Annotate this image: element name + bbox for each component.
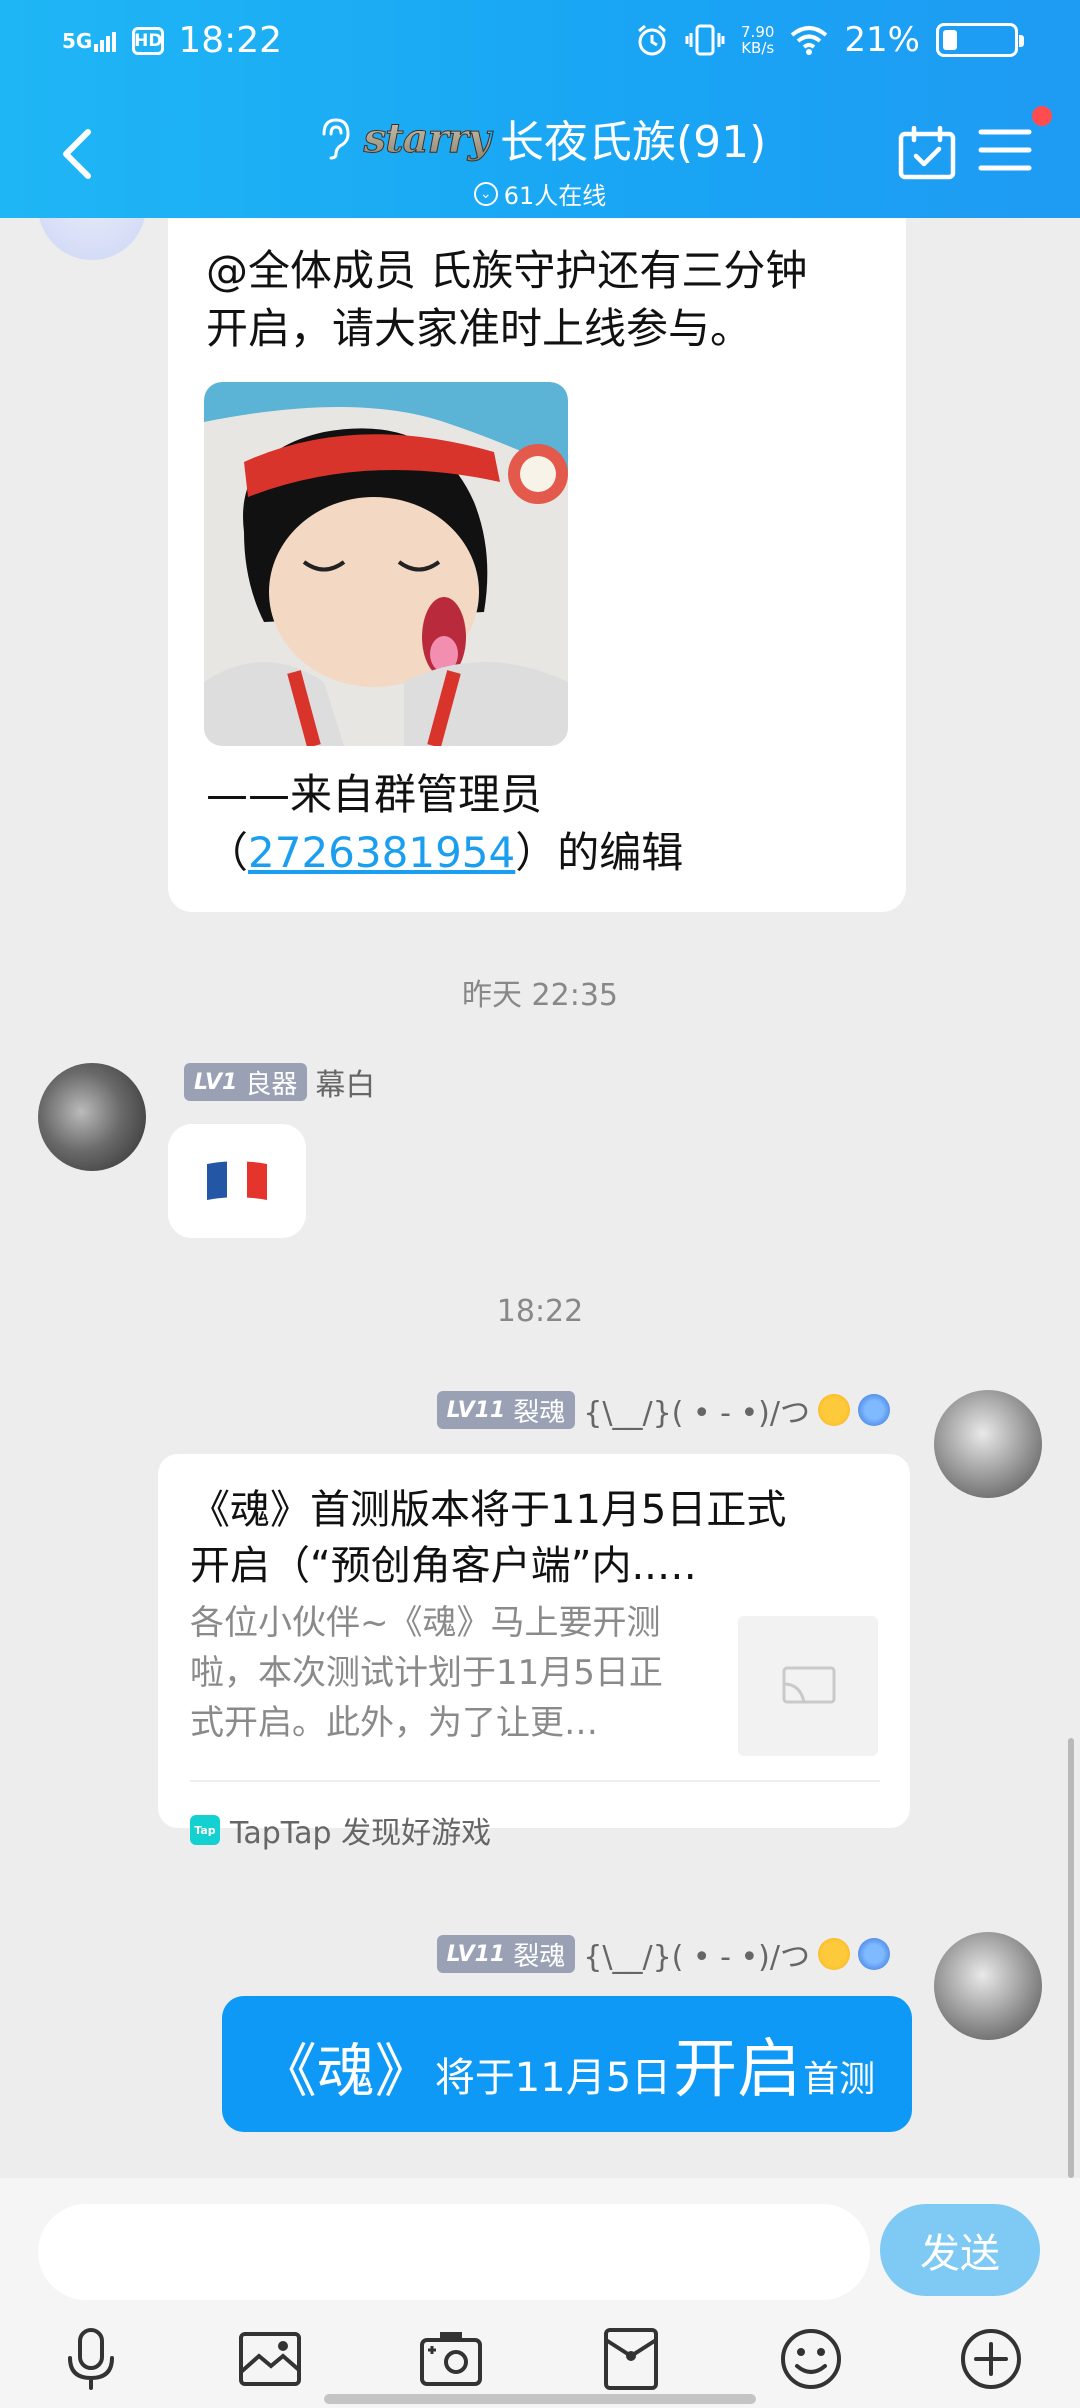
sender-nickname[interactable]: {\__/}( • - •)/つ <box>583 1932 810 1976</box>
member-title: 裂魂 <box>513 1397 566 1428</box>
card-title-line1: 《魂》首测版本将于11月5日正式 <box>190 1487 787 1533</box>
speed-unit: KB/s <box>741 39 775 57</box>
card-thumbnail <box>738 1616 878 1756</box>
footer-close: ）的编辑 <box>515 828 684 877</box>
card-desc-line1: 各位小伙伴~《魂》马上要开测 <box>190 1603 661 1643</box>
level-text: LV11 <box>446 1941 506 1967</box>
battery-fill <box>943 30 957 50</box>
taptap-icon: Tap <box>190 1815 220 1845</box>
battery-icon <box>936 23 1024 57</box>
announcement-bubble[interactable]: @全体成员 氏族守护还有三分钟 开启，请大家准时上线参与。 ——来自群管理员 （… <box>168 218 906 912</box>
emoji-icon[interactable] <box>778 2326 844 2392</box>
level-badge: LV11 裂魂 <box>436 1391 576 1429</box>
level-text: LV1 <box>194 1069 238 1095</box>
message-bubble[interactable]: 《魂》 将于11月5日 开启 首测 <box>222 1996 912 2132</box>
announcement-line2: 开启，请大家准时上线参与。 <box>206 304 753 353</box>
top-bar: 5G HD 18:22 7.90 KB/s 21% starry 长夜氏族(91… <box>0 0 1080 218</box>
alarm-icon <box>638 24 666 56</box>
chevron-down-icon: ⌄ <box>473 181 498 206</box>
home-indicator[interactable] <box>324 2394 756 2404</box>
image-placeholder-icon <box>782 1666 836 1704</box>
input-toolbar <box>0 2304 1080 2408</box>
beer-icon <box>818 1938 850 1970</box>
sender-nickname[interactable]: 幕白 <box>315 1060 375 1104</box>
sender-info: LV11 裂魂 {\__/}( • - •)/つ <box>436 1388 890 1432</box>
card-desc-line2: 啦，本次测试计划于11月5日正 <box>190 1653 663 1693</box>
plus-icon[interactable] <box>958 2326 1024 2392</box>
timestamp: 18:22 <box>496 1294 584 1329</box>
message-bubble[interactable] <box>168 1124 306 1238</box>
message-input[interactable] <box>38 2204 870 2300</box>
battery-percent: 21% <box>844 20 920 60</box>
online-count[interactable]: ⌄ 61人在线 <box>473 176 607 211</box>
group-title-row[interactable]: starry 长夜氏族(91) <box>314 106 767 170</box>
status-bar: 5G HD 18:22 7.90 KB/s 21% <box>0 0 1080 84</box>
member-title: 裂魂 <box>513 1941 566 1972</box>
vibrate-icon <box>685 24 725 56</box>
avatar[interactable] <box>38 1063 146 1171</box>
level-badge: LV11 裂魂 <box>436 1935 576 1973</box>
announcement-footer: ——来自群管理员 <box>206 770 543 819</box>
msg-part4: 首测 <box>803 2059 876 2100</box>
photo-icon[interactable] <box>237 2326 303 2392</box>
card-divider <box>190 1780 880 1782</box>
admin-id-link[interactable]: 2726381954 <box>248 828 515 877</box>
scrollbar[interactable] <box>1068 1738 1074 2178</box>
ear-icon <box>322 118 350 160</box>
calendar-check-icon[interactable] <box>898 126 956 180</box>
card-title-line2: 开启（“预创角客户端”内..… <box>190 1543 697 1589</box>
beer-icon <box>818 1394 850 1426</box>
footer-open: （ <box>206 828 249 877</box>
level-text: LV11 <box>446 1397 506 1423</box>
online-label: 61人在线 <box>503 182 607 210</box>
group-logo: starry <box>363 114 491 162</box>
sender-nickname[interactable]: {\__/}( • - •)/つ <box>583 1388 810 1432</box>
sender-info: LV11 裂魂 {\__/}( • - •)/つ <box>436 1932 890 1976</box>
signal-icon <box>94 31 117 52</box>
crown-badge-icon <box>858 1394 890 1426</box>
status-time: 18:22 <box>178 20 283 61</box>
mic-icon[interactable] <box>58 2326 124 2392</box>
camera-icon[interactable] <box>418 2326 484 2392</box>
network-indicator: 5G <box>62 28 93 53</box>
chat-header: starry 长夜氏族(91) ⌄ 61人在线 <box>0 84 1080 218</box>
menu-icon[interactable] <box>978 126 1032 174</box>
level-badge: LV1 良器 <box>184 1063 308 1101</box>
timestamp: 昨天 22:35 <box>462 978 618 1013</box>
network-speed: 7.90 KB/s <box>741 24 774 56</box>
red-packet-icon[interactable] <box>598 2326 664 2392</box>
avatar[interactable] <box>934 1932 1042 2040</box>
france-flag-icon <box>207 1161 267 1200</box>
group-title: 长夜氏族(91) <box>499 117 767 168</box>
input-bar: 发送 <box>0 2178 1080 2304</box>
wifi-icon <box>791 26 828 55</box>
sticker-image[interactable] <box>204 382 568 746</box>
msg-part1: 《魂》 <box>258 2037 433 2105</box>
card-source: Tap TapTap 发现好游戏 <box>190 1808 491 1852</box>
announcement-line1: @全体成员 氏族守护还有三分钟 <box>206 246 808 295</box>
chat-area[interactable]: @全体成员 氏族守护还有三分钟 开启，请大家准时上线参与。 ——来自群管理员 （… <box>0 218 1080 2178</box>
share-card[interactable]: 《魂》首测版本将于11月5日正式 开启（“预创角客户端”内..… 各位小伙伴~《… <box>158 1454 910 1851</box>
member-title: 良器 <box>245 1069 298 1100</box>
msg-part3: 开启 <box>673 2033 802 2107</box>
avatar[interactable] <box>38 218 146 260</box>
msg-part2: 将于11月5日 <box>434 2055 672 2101</box>
card-source-label: TapTap 发现好游戏 <box>230 1816 492 1851</box>
crown-badge-icon <box>858 1938 890 1970</box>
sender-info: LV1 良器 幕白 <box>184 1060 375 1104</box>
notification-dot <box>1032 106 1052 126</box>
send-button[interactable]: 发送 <box>880 2204 1040 2296</box>
avatar[interactable] <box>934 1390 1042 1498</box>
card-desc-line3: 式开启。此外，为了让更… <box>190 1703 598 1743</box>
hd-badge: HD <box>132 26 165 55</box>
